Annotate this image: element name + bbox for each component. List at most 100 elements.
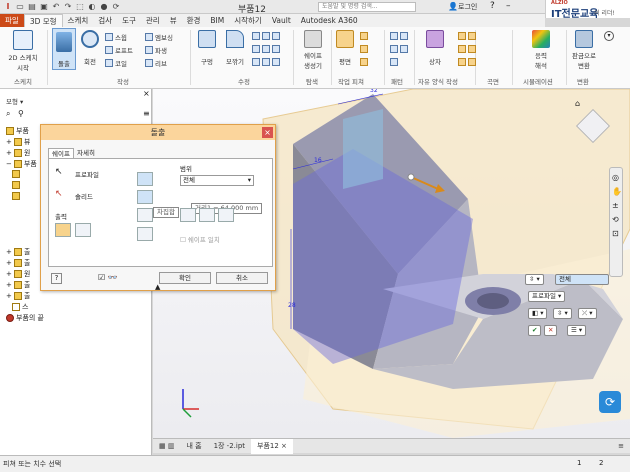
tab-sketch[interactable]: 스케치 xyxy=(63,14,94,27)
coil-button[interactable]: 코일 xyxy=(105,58,127,68)
update-icon[interactable]: ⟳ xyxy=(111,2,121,12)
orbit-icon[interactable]: ⟲ xyxy=(612,215,619,224)
extents-select[interactable]: 전체 ▾ xyxy=(180,175,254,186)
sweep-button[interactable]: 스윕 xyxy=(105,32,127,42)
help-icon[interactable]: ? xyxy=(490,1,495,11)
tree-row[interactable]: + 출 xyxy=(6,291,30,301)
tab-shape[interactable]: 쉐이프 xyxy=(48,148,74,158)
start-2d-sketch-button[interactable]: 2D 스케치 시작 xyxy=(3,30,43,72)
dialog-expand-icon[interactable]: ▲ xyxy=(155,283,160,291)
derive-button[interactable]: 파생 xyxy=(145,45,167,55)
dialog-close-icon[interactable]: × xyxy=(262,127,273,138)
rect-pattern-icon[interactable] xyxy=(390,32,408,40)
doc-tab-home[interactable]: 내 홈 xyxy=(180,439,207,454)
tab-get-started[interactable]: 시작하기 xyxy=(229,14,267,27)
convert-to-sheet-metal-button[interactable]: 판금으로 변환 xyxy=(568,30,600,70)
new-solid-icon[interactable] xyxy=(137,227,153,241)
symmetric-icon[interactable] xyxy=(218,208,234,222)
tree-row[interactable] xyxy=(6,192,20,200)
browser-find-icon[interactable]: ⚲ xyxy=(18,109,24,118)
browser-search-icon[interactable]: ⌕ xyxy=(6,109,10,119)
pan-icon[interactable]: ✋ xyxy=(612,187,622,196)
draft-icon[interactable] xyxy=(252,58,270,66)
extrude-button[interactable]: 돌출 xyxy=(52,28,76,70)
minimize-icon[interactable]: – xyxy=(506,1,511,11)
end-of-part-row[interactable]: 부품의 끝 xyxy=(6,313,44,323)
patch-icon[interactable] xyxy=(458,45,476,53)
fillet-button[interactable]: 모깎기 xyxy=(222,30,248,66)
hole-button[interactable]: 구멍 xyxy=(196,30,218,66)
shape-generator-button[interactable]: 쉐이프 생성기 xyxy=(298,30,328,70)
rib-button[interactable]: 리브 xyxy=(145,58,167,68)
tree-root[interactable]: 부품 xyxy=(6,126,29,136)
revolve-button[interactable]: 회전 xyxy=(79,30,101,66)
output-solid-icon[interactable] xyxy=(55,223,71,237)
ucs-icon[interactable] xyxy=(360,58,368,66)
tab-more[interactable]: 자세히 xyxy=(74,148,98,158)
browser-header[interactable]: 모형 ▾ xyxy=(6,96,23,106)
signin-link[interactable]: 로그인 xyxy=(458,2,477,12)
chamfer-icon[interactable] xyxy=(252,32,270,40)
output-surface-icon[interactable] xyxy=(75,223,91,237)
tab-a360[interactable]: Autodesk A360 xyxy=(296,14,363,27)
mini-distance-input[interactable]: 전체 xyxy=(555,274,609,285)
material-icon[interactable]: ◐ xyxy=(87,2,97,12)
tree-row[interactable]: + 출 xyxy=(6,280,30,290)
app-menu-icon[interactable]: I xyxy=(3,2,13,12)
tree-row[interactable]: − 부품 xyxy=(6,159,37,169)
thicken-icon[interactable] xyxy=(272,58,280,66)
profile-select-icon[interactable]: ↖ xyxy=(55,167,63,177)
circ-pattern-icon[interactable] xyxy=(390,45,408,53)
dialog-help-icon[interactable]: ? xyxy=(51,273,62,284)
mini-ok-button[interactable]: ✔ xyxy=(528,325,542,336)
point-icon[interactable] xyxy=(360,45,368,53)
direction-2-icon[interactable] xyxy=(199,208,215,222)
doc-tab-menu-icon[interactable]: ≡ xyxy=(612,439,630,454)
tree-row[interactable]: 스 xyxy=(6,302,28,312)
doc-tab-active[interactable]: 부품12 × xyxy=(251,438,293,454)
doc-tab-chapter[interactable]: 1장 -2.ipt xyxy=(208,439,251,454)
tab-3d-model[interactable]: 3D 모형 xyxy=(23,14,63,27)
cut-icon[interactable] xyxy=(137,190,153,204)
tab-vault[interactable]: Vault xyxy=(267,14,296,27)
direction-1-icon[interactable] xyxy=(180,208,196,222)
tree-row[interactable] xyxy=(6,170,20,178)
mirror-icon[interactable] xyxy=(390,58,398,66)
combine-icon[interactable] xyxy=(272,45,280,53)
open-icon[interactable]: ▤ xyxy=(27,2,37,12)
undo-icon[interactable]: ↶ xyxy=(51,2,61,12)
help-search-input[interactable]: 도움말 및 명령 검색... xyxy=(318,2,416,12)
axis-icon[interactable] xyxy=(360,32,368,40)
ok-button[interactable]: 확인 xyxy=(159,272,211,284)
solid-select-icon[interactable]: ↖ xyxy=(55,189,63,199)
new-file-icon[interactable]: ▭ xyxy=(15,2,25,12)
look-at-icon[interactable]: ⊡ xyxy=(612,229,619,238)
intersect-icon[interactable] xyxy=(137,208,153,222)
a360-sync-icon[interactable]: ⟳ xyxy=(599,391,621,413)
tab-environments[interactable]: 환경 xyxy=(182,14,206,27)
zoom-icon[interactable]: ± xyxy=(612,201,619,210)
loft-button[interactable]: 로프트 xyxy=(105,45,133,55)
tab-view[interactable]: 뷰 xyxy=(165,14,182,27)
mini-toolbar-direction[interactable]: ⇳ ▾ xyxy=(525,274,544,285)
mini-operation-button[interactable]: ⇳ ▾ xyxy=(553,308,572,319)
split-icon[interactable] xyxy=(272,32,280,40)
tree-row[interactable]: + 출 xyxy=(6,258,30,268)
mini-options-button[interactable]: ☰ ▾ xyxy=(567,325,587,336)
steering-wheel-icon[interactable]: ◎ xyxy=(612,173,619,182)
select-icon[interactable]: ⬚ xyxy=(75,2,85,12)
mini-profile-button[interactable]: 프로파일 ▾ xyxy=(528,291,566,302)
tree-row[interactable]: + 원 xyxy=(6,269,30,279)
tab-tools[interactable]: 도구 xyxy=(117,14,141,27)
stitch-icon[interactable] xyxy=(458,32,476,40)
tab-inspect[interactable]: 검사 xyxy=(93,14,117,27)
preview-checkbox[interactable]: ☑ 👓 xyxy=(98,273,118,282)
browser-close-icon[interactable]: × xyxy=(143,89,150,98)
plane-button[interactable]: 평면 xyxy=(335,30,355,66)
join-icon[interactable] xyxy=(137,172,153,186)
tree-row[interactable]: + 뷰 xyxy=(6,137,30,147)
ribbon-options-icon[interactable]: ▾ xyxy=(604,31,614,41)
tree-row[interactable]: + 출 xyxy=(6,247,30,257)
home-view-icon[interactable]: ⌂ xyxy=(575,99,580,108)
save-icon[interactable]: ▣ xyxy=(39,2,49,12)
